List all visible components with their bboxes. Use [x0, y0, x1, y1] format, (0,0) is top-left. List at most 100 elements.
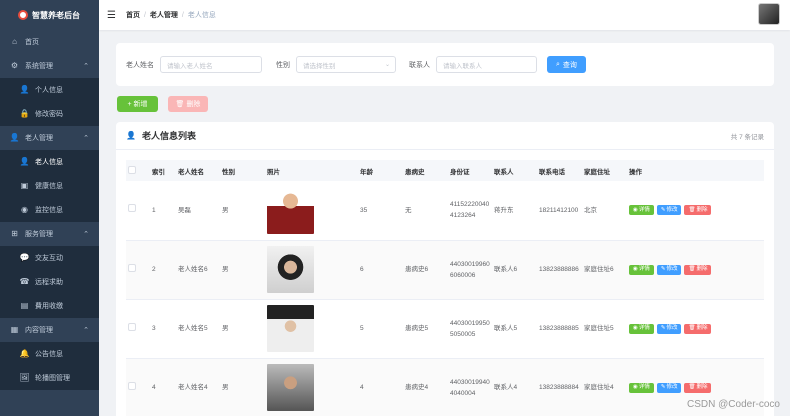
- breadcrumb-home[interactable]: 首页: [126, 10, 140, 20]
- record-count: 共 7 条记录: [730, 133, 764, 141]
- cell-name: 老人姓名6: [176, 240, 220, 300]
- sidebar-group-elderly[interactable]: 👤 老人管理 ⌃: [0, 126, 99, 150]
- cell-gender: 男: [220, 181, 265, 241]
- detail-button[interactable]: ◉ 详情: [629, 382, 654, 393]
- cell-history: 患病史5: [403, 299, 448, 359]
- contact-search-input[interactable]: 请输入联系人: [436, 56, 537, 73]
- sidebar-item-profile[interactable]: 👤 个人信息: [0, 78, 99, 102]
- gender-field-label: 性别: [276, 61, 290, 69]
- select-all-cell: [126, 160, 150, 181]
- cell-address: 家庭住址4: [582, 358, 627, 416]
- sidebar-item-fees[interactable]: ▤ 費用收缴: [0, 294, 99, 318]
- detail-button[interactable]: ◉ 详情: [629, 323, 654, 334]
- sidebar-item-password[interactable]: 🔒 修改密码: [0, 102, 99, 126]
- sidebar-group-content[interactable]: ▦ 内容管理 ⌃: [0, 318, 99, 342]
- edit-icon: ✎: [660, 206, 666, 213]
- settings-icon: ⚙: [10, 61, 19, 70]
- sidebar-item-label: 交友互动: [35, 255, 63, 262]
- name-search-input[interactable]: 请输入老人姓名: [160, 56, 262, 73]
- trash-icon: 🗑: [688, 266, 696, 272]
- cell-history: 无: [403, 181, 448, 241]
- query-button[interactable]: ⌕ 查询: [547, 56, 586, 73]
- service-icon: ⊞: [11, 229, 18, 238]
- column-header: 操作: [627, 160, 764, 181]
- cell-photo: [265, 240, 358, 300]
- sidebar-item-notice[interactable]: 🔔 公告信息: [0, 342, 99, 366]
- table-row: 1 吴磊男 35 无 411522200404123264 蒋升东 18211412100 北…: [126, 181, 764, 241]
- cell-index: 3: [150, 299, 176, 359]
- lock-icon: 🔒: [19, 109, 30, 118]
- row-checkbox[interactable]: [128, 263, 136, 272]
- document-icon: ▦: [10, 325, 19, 334]
- trash-icon: 🗑: [175, 101, 185, 108]
- delete-button-label: 删除: [696, 206, 708, 213]
- sidebar-group-label: 服务管理: [25, 231, 53, 238]
- cell-history: 患病史4: [403, 358, 448, 416]
- sidebar-item-social[interactable]: 💬 交友互动: [0, 246, 99, 270]
- trash-icon: 🗑: [688, 384, 696, 390]
- list-title: 老人信息列表: [141, 131, 196, 141]
- delete-button[interactable]: 🗑 删除: [684, 205, 712, 216]
- column-header: 性别: [220, 160, 265, 181]
- column-header: 联系电话: [537, 160, 582, 181]
- sidebar-item-monitor[interactable]: ◉ 监控信息: [0, 198, 99, 222]
- cell-photo: [265, 181, 358, 241]
- sidebar-item-carousel[interactable]: 🖼 轮播图管理: [0, 366, 99, 390]
- sidebar-item-elderly-info[interactable]: 👤 老人信息: [0, 150, 99, 174]
- edit-button[interactable]: ✎ 修改: [656, 205, 682, 216]
- elderly-list-card: 👤 老人信息列表 共 7 条记录 索引 老人姓名 性别 照片 年龄 患病史 身份…: [116, 122, 774, 416]
- edit-button[interactable]: ✎ 修改: [656, 382, 682, 393]
- chevron-up-icon: ⌃: [83, 63, 89, 70]
- row-checkbox[interactable]: [128, 204, 136, 213]
- cell-address: 家庭住址5: [582, 299, 627, 359]
- sidebar-group-service[interactable]: ⊞ 服务管理 ⌃: [0, 222, 99, 246]
- cell-id-card: 440300199404040004: [448, 358, 492, 416]
- row-actions: ◉ 详情 ✎ 修改 🗑 删除: [629, 264, 764, 275]
- edit-button[interactable]: ✎ 修改: [656, 264, 682, 275]
- sidebar-item-help[interactable]: ☎ 远程求助: [0, 270, 99, 294]
- column-header: 照片: [265, 160, 358, 181]
- batch-delete-button[interactable]: 🗑 删除: [168, 96, 208, 112]
- sidebar-group-label: 系统管理: [25, 63, 53, 70]
- column-header: 家庭住址: [582, 160, 627, 181]
- column-header: 年龄: [358, 160, 403, 181]
- cell-ops: ◉ 详情 ✎ 修改 🗑 删除: [627, 240, 764, 300]
- row-checkbox[interactable]: [128, 381, 136, 390]
- delete-button[interactable]: 🗑 删除: [684, 264, 712, 275]
- avatar[interactable]: [758, 3, 780, 25]
- search-form: 老人姓名 请输入老人姓名 性别 请选择性别 ⌄ 联系人 请输入联系人 ⌕ 查询: [116, 43, 774, 86]
- add-button[interactable]: + 新增: [117, 96, 158, 112]
- detail-button[interactable]: ◉ 详情: [629, 205, 654, 216]
- cell-phone: 13823888884: [537, 358, 582, 416]
- wallet-icon: ▤: [20, 301, 29, 310]
- table-row: 3 老人姓名5 男 5 患病史5 440300199505050005 联系人5 138238…: [126, 299, 764, 359]
- select-all-checkbox[interactable]: [128, 165, 136, 174]
- breadcrumb-elderly-admin[interactable]: 老人管理: [150, 10, 178, 20]
- detail-button-label: 详情: [638, 325, 650, 331]
- sidebar-item-home[interactable]: ⌂ 首页: [0, 30, 99, 54]
- gender-select[interactable]: 请选择性别 ⌄: [296, 56, 396, 73]
- sidebar-item-health[interactable]: ▣ 健康信息: [0, 174, 99, 198]
- edit-button-label: 修改: [666, 384, 678, 390]
- menu-toggle-icon[interactable]: ☰: [107, 10, 116, 21]
- eye-icon: ◉: [633, 325, 638, 331]
- edit-button[interactable]: ✎ 修改: [656, 323, 682, 334]
- elderly-table: 索引 老人姓名 性别 照片 年龄 患病史 身份证 联系人 联系电话 家庭住址 操…: [126, 160, 764, 416]
- cell-contact: 联系人5: [492, 299, 537, 359]
- row-checkbox[interactable]: [128, 322, 136, 331]
- row-select-cell: [126, 299, 150, 359]
- delete-button[interactable]: 🗑 删除: [684, 382, 712, 393]
- sidebar-group-system[interactable]: ⚙ 系统管理 ⌃: [0, 54, 99, 78]
- cell-contact: 蒋升东: [492, 181, 537, 241]
- elderly-photo: [267, 305, 314, 352]
- column-header: 患病史: [403, 160, 448, 181]
- home-icon: ⌂: [12, 37, 17, 46]
- detail-button[interactable]: ◉ 详情: [629, 264, 654, 275]
- trash-icon: 🗑: [688, 325, 696, 331]
- sidebar-item-label: 轮播图管理: [35, 375, 70, 382]
- eye-icon: ◉: [633, 206, 638, 213]
- row-actions: ◉ 详情 ✎ 修改 🗑 删除: [629, 323, 764, 334]
- add-button-label: 新增: [133, 101, 148, 108]
- cell-phone: 13823888885: [537, 299, 582, 359]
- delete-button[interactable]: 🗑 删除: [684, 323, 712, 334]
